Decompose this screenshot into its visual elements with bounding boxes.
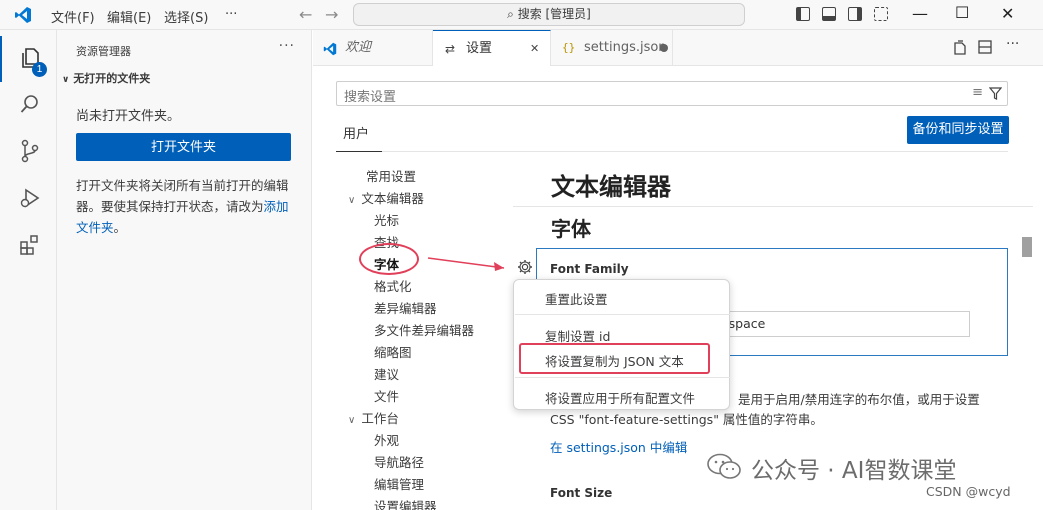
tab-settings-json[interactable]: {} settings.json bbox=[551, 30, 673, 66]
more-actions-icon[interactable]: ··· bbox=[279, 38, 295, 54]
toc-item[interactable]: 多文件差异编辑器 bbox=[374, 320, 474, 339]
toc-item[interactable]: 缩略图 bbox=[374, 342, 412, 361]
annotation-circle bbox=[359, 243, 419, 275]
font-family-label: Font Family bbox=[550, 262, 629, 276]
close-tab-icon[interactable]: ✕ bbox=[530, 31, 539, 67]
command-center-label: 搜索 [管理员] bbox=[517, 7, 591, 21]
user-tab-underline bbox=[336, 151, 382, 152]
toc-item[interactable]: 设置编辑器 bbox=[374, 496, 437, 510]
menu-edit[interactable]: 编辑(E) bbox=[107, 7, 151, 26]
font-family-input[interactable]: ospace bbox=[718, 311, 970, 337]
explorer-view[interactable]: 1 bbox=[0, 36, 57, 82]
font-size-label: Font Size bbox=[550, 486, 613, 500]
wechat-logo-icon bbox=[707, 453, 741, 479]
split-editor-icon[interactable] bbox=[978, 40, 992, 58]
scrollbar-thumb[interactable] bbox=[1022, 237, 1032, 257]
customize-layout-icon[interactable] bbox=[874, 7, 888, 21]
sidebar-title: 资源管理器 bbox=[76, 45, 131, 58]
explorer-sidebar: 资源管理器 ··· ∨ 无打开的文件夹 尚未打开文件夹。 打开文件夹 打开文件夹将… bbox=[57, 30, 312, 510]
tab-welcome[interactable]: 欢迎 bbox=[313, 30, 433, 66]
toc-item[interactable]: 文件 bbox=[374, 386, 399, 405]
tab-settings[interactable]: ⇄ 设置 ✕ bbox=[433, 30, 551, 67]
title-bar: 文件(F) 编辑(E) 选择(S) ··· ← → ⌕ 搜索 [管理员] — ☐… bbox=[0, 0, 1043, 30]
no-folder-message: 尚未打开文件夹。 bbox=[76, 109, 181, 124]
sidebar-hint: 打开文件夹将关闭所有当前打开的编辑器。要使其保持打开状态，请改为添加文件夹。 bbox=[76, 178, 289, 235]
no-folder-section-header[interactable]: ∨ 无打开的文件夹 bbox=[62, 70, 150, 86]
settings-icon: ⇄ bbox=[445, 42, 456, 56]
annotation-highlight-box bbox=[519, 343, 710, 374]
chevron-down-icon: ∨ bbox=[62, 75, 70, 85]
active-indicator bbox=[0, 36, 2, 82]
activity-bar: 1 bbox=[0, 30, 57, 510]
explorer-badge: 1 bbox=[32, 62, 47, 77]
menu-separator bbox=[515, 314, 730, 315]
edit-in-settings-json-link[interactable]: 在 settings.json 中编辑 bbox=[550, 437, 687, 456]
toc-item[interactable]: 外观 bbox=[374, 430, 399, 449]
section-heading: 字体 bbox=[551, 217, 591, 241]
source-control-icon bbox=[21, 139, 39, 163]
toc-item[interactable]: 导航路径 bbox=[374, 452, 424, 471]
search-view[interactable] bbox=[0, 82, 57, 128]
search-icon: ⌕ bbox=[507, 7, 514, 21]
command-center-search[interactable]: ⌕ 搜索 [管理员] bbox=[353, 3, 745, 26]
menu-selection[interactable]: 选择(S) bbox=[164, 7, 208, 26]
menu-separator bbox=[515, 377, 730, 378]
toc-item[interactable]: 建议 bbox=[374, 364, 399, 383]
vscode-logo-icon bbox=[15, 7, 31, 23]
vscode-icon bbox=[323, 42, 337, 56]
toc-item[interactable]: 差异编辑器 bbox=[374, 298, 437, 317]
toc-item[interactable]: 光标 bbox=[374, 210, 399, 229]
menu-item-reset-setting[interactable]: 重置此设置 bbox=[545, 289, 608, 308]
run-debug-icon bbox=[20, 188, 40, 208]
backup-sync-button[interactable]: 备份和同步设置 bbox=[907, 116, 1009, 144]
gear-icon[interactable] bbox=[516, 258, 534, 276]
toc-item[interactable]: ∨ 文本编辑器 bbox=[348, 188, 424, 207]
menu-file[interactable]: 文件(F) bbox=[51, 7, 95, 26]
toc-item[interactable]: ∨ 工作台 bbox=[348, 408, 399, 427]
menu-more[interactable]: ··· bbox=[225, 7, 237, 22]
maximize-icon[interactable]: ☐ bbox=[955, 3, 969, 22]
clear-filter-icon[interactable]: ≡ bbox=[972, 85, 983, 100]
minimize-icon[interactable]: — bbox=[912, 4, 928, 23]
chevron-down-icon: ∨ bbox=[348, 415, 356, 426]
editor-tab-bar: 欢迎 ⇄ 设置 ✕ {} settings.json ··· bbox=[313, 30, 1043, 67]
toggle-primary-sidebar-icon[interactable] bbox=[796, 7, 810, 21]
json-icon: {} bbox=[562, 41, 576, 54]
chevron-down-icon: ∨ bbox=[348, 195, 356, 206]
category-heading: 文本编辑器 bbox=[551, 173, 671, 201]
filter-icon[interactable] bbox=[989, 87, 1002, 100]
toggle-secondary-sidebar-icon[interactable] bbox=[848, 7, 862, 21]
more-editor-actions-icon[interactable]: ··· bbox=[1006, 36, 1019, 52]
tabs-divider bbox=[336, 151, 1008, 152]
source-control-view[interactable] bbox=[0, 128, 57, 174]
run-debug-view[interactable] bbox=[0, 176, 57, 222]
search-icon bbox=[20, 95, 38, 113]
back-arrow-icon[interactable]: ← bbox=[299, 5, 312, 24]
open-folder-button[interactable]: 打开文件夹 bbox=[76, 133, 291, 161]
unsaved-dot-icon[interactable] bbox=[660, 44, 668, 52]
toggle-panel-icon[interactable] bbox=[822, 7, 836, 21]
watermark-text: 公众号 · AI智数课堂 bbox=[751, 458, 957, 484]
extensions-view[interactable] bbox=[0, 223, 57, 269]
close-window-icon[interactable]: ✕ bbox=[1001, 4, 1014, 23]
settings-search-input[interactable]: 搜索设置 ≡ bbox=[336, 81, 1008, 106]
toc-item[interactable]: 格式化 bbox=[374, 276, 412, 295]
sticky-divider bbox=[513, 206, 1033, 207]
tab-user-settings[interactable]: 用户 bbox=[343, 123, 369, 142]
settings-search-placeholder: 搜索设置 bbox=[344, 90, 397, 105]
forward-arrow-icon[interactable]: → bbox=[325, 5, 338, 24]
csdn-watermark: CSDN @wcyd bbox=[926, 484, 1011, 499]
extensions-icon bbox=[20, 235, 38, 255]
toc-item[interactable]: 常用设置 bbox=[366, 166, 416, 185]
open-settings-json-icon[interactable] bbox=[953, 40, 967, 60]
menu-item-apply-all-profiles[interactable]: 将设置应用于所有配置文件 bbox=[545, 388, 695, 407]
toc-item[interactable]: 编辑管理 bbox=[374, 474, 424, 493]
